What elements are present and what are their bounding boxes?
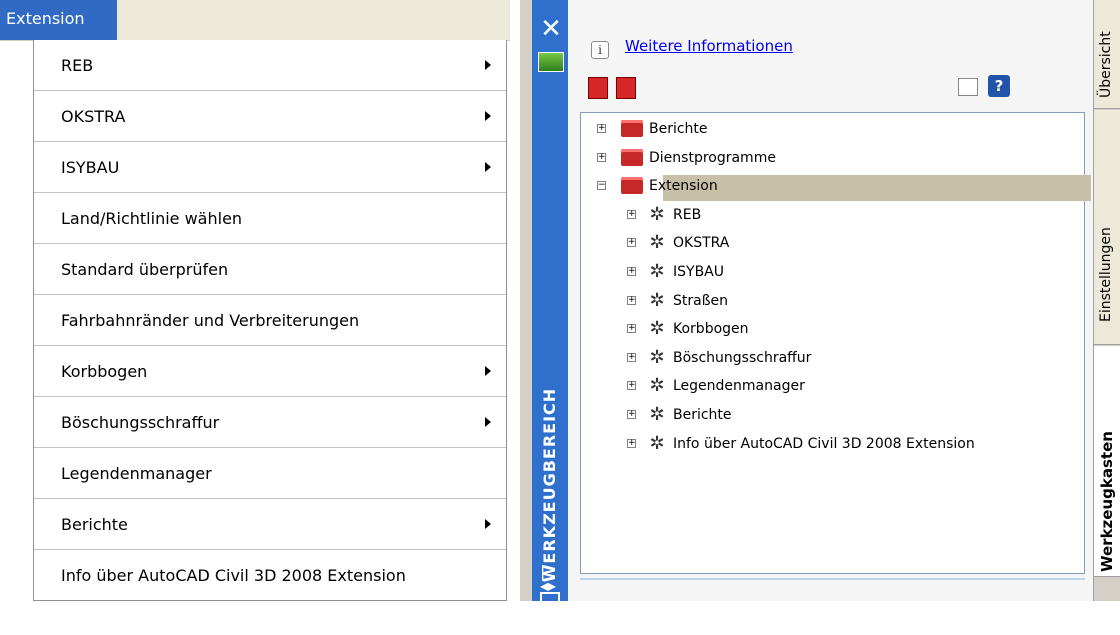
toolbox-icon[interactable] — [588, 77, 608, 99]
palette-titlebar[interactable]: ✕ WERKZEUGBEREICH |◂▸ — [532, 0, 568, 601]
expand-icon[interactable]: + — [627, 381, 636, 391]
gear-icon: ✲ — [649, 404, 665, 425]
window-icon[interactable] — [958, 78, 978, 96]
tree-node[interactable]: + ✲ ISYBAU — [627, 260, 1071, 284]
tree-node-label: Berichte — [673, 407, 732, 423]
tree-node[interactable]: + ✲ Info über AutoCAD Civil 3D 2008 Extens… — [627, 432, 1071, 456]
menu-item-label: Fahrbahnränder und Verbreiterungen — [61, 311, 360, 330]
toolbox-list-icon[interactable] — [616, 77, 636, 99]
expand-icon[interactable]: + — [627, 209, 636, 219]
gear-icon: ✲ — [649, 432, 665, 454]
menu-item-label: REB — [61, 56, 94, 75]
tab-einstellungen[interactable]: Einstellungen — [1094, 110, 1120, 345]
menu-item-label: Legendenmanager — [61, 464, 212, 483]
gear-icon: ✲ — [649, 232, 665, 254]
tree-node[interactable]: + ✲ REB — [627, 203, 1071, 227]
submenu-arrow-icon — [485, 366, 491, 376]
menu-item-label: Land/Richtlinie wählen — [61, 209, 243, 228]
menubar-item-extension[interactable]: Extension — [0, 0, 117, 40]
tree-node[interactable]: + ✲ Böschungsschraffur — [627, 346, 1071, 370]
tree-node[interactable]: + ✲ Berichte — [627, 403, 1071, 427]
tree-node-label: REB — [673, 206, 702, 223]
autohide-icon[interactable]: |◂▸ — [540, 564, 560, 594]
collapse-icon[interactable]: − — [597, 181, 606, 191]
tree-node-label: Korbbogen — [673, 321, 749, 338]
tab-uebersicht[interactable]: Übersicht — [1094, 0, 1120, 109]
tree-node[interactable]: + ✲ OKSTRA — [627, 231, 1071, 255]
toolbox-folder-icon — [621, 177, 643, 195]
help-icon[interactable]: ? — [988, 75, 1010, 97]
tree-node-label: ISYBAU — [673, 264, 724, 280]
dropdown-menu: REB OKSTRA ISYBAU Land/Richtlinie wählen Sta… — [33, 40, 507, 601]
expand-icon[interactable]: + — [597, 152, 606, 162]
info-icon: i — [591, 41, 609, 59]
menu-item[interactable]: Standard überprüfen — [34, 244, 506, 295]
gear-icon: ✲ — [649, 289, 665, 311]
toolbox-folder-icon — [621, 120, 643, 137]
tree-node[interactable]: + Berichte — [597, 117, 1071, 141]
expand-icon[interactable]: + — [627, 295, 636, 305]
tree-node[interactable]: + ✲ Korbbogen — [627, 317, 1071, 341]
tree-node-label: Extension — [649, 178, 718, 195]
close-icon[interactable]: ✕ — [538, 16, 564, 42]
tree-node-label: Dienstprogramme — [649, 149, 776, 166]
menu-item[interactable]: Böschungsschraffur — [34, 397, 506, 448]
menu-item[interactable]: ISYBAU — [34, 142, 506, 193]
menu-bar: Extension — [0, 0, 510, 41]
image-icon[interactable] — [538, 52, 564, 72]
tree-node[interactable]: − Extension — [597, 174, 1071, 198]
menu-item-label: Berichte — [61, 515, 128, 534]
properties-icon[interactable] — [540, 592, 560, 601]
menu-item-label: Info über AutoCAD Civil 3D 2008 Extensio… — [61, 566, 406, 585]
tree-node-label: Legendenmanager — [673, 378, 805, 395]
tree-node-label: OKSTRA — [673, 235, 730, 252]
gear-icon: ✲ — [649, 261, 665, 282]
more-info-link[interactable]: Weitere Informationen — [625, 37, 793, 55]
menu-item-label: OKSTRA — [61, 107, 126, 126]
menu-item-label: Standard überprüfen — [61, 260, 229, 279]
expand-icon[interactable]: + — [627, 324, 636, 334]
expand-icon[interactable]: + — [627, 238, 636, 248]
gear-icon: ✲ — [649, 203, 665, 225]
toolbox-folder-icon — [621, 148, 643, 166]
tree-node-label: Straßen — [673, 292, 729, 309]
menu-item-label: Korbbogen — [61, 362, 148, 381]
palette-content: i Weitere Informationen ? + Berichte + Dien… — [568, 0, 1093, 601]
tree-node[interactable]: + ✲ Legendenmanager — [627, 374, 1071, 398]
tree-node[interactable]: + Dienstprogramme — [597, 146, 1071, 170]
submenu-arrow-icon — [485, 111, 491, 121]
submenu-arrow-icon — [485, 60, 491, 70]
tree-view[interactable]: + Berichte + Dienstprogramme − Extension + ✲ REB… — [580, 112, 1091, 574]
tree-node-label: Info über AutoCAD Civil 3D 2008 Extensio… — [673, 435, 975, 452]
menu-item[interactable]: REB — [34, 40, 506, 91]
menu-item[interactable]: Land/Richtlinie wählen — [34, 193, 506, 244]
expand-icon[interactable]: + — [627, 267, 636, 276]
palette-tabs: Übersicht Einstellungen Werkzeugkasten — [1093, 0, 1120, 601]
menu-item[interactable]: OKSTRA — [34, 91, 506, 142]
gear-icon: ✲ — [649, 375, 665, 397]
expand-icon[interactable]: + — [627, 410, 636, 419]
menu-item[interactable]: Berichte — [34, 499, 506, 550]
expand-icon[interactable]: + — [627, 438, 636, 448]
menu-item[interactable]: Info über AutoCAD Civil 3D 2008 Extensio… — [34, 550, 506, 601]
menu-item[interactable]: Korbbogen — [34, 346, 506, 397]
tree-node[interactable]: + ✲ Straßen — [627, 289, 1071, 313]
menu-item[interactable]: Legendenmanager — [34, 448, 506, 499]
tool-space-palette: ✕ WERKZEUGBEREICH |◂▸ i Weitere Informat… — [520, 0, 1120, 601]
tree-node-label: Böschungsschraffur — [673, 349, 812, 366]
tree-node-label: Berichte — [649, 121, 708, 137]
expand-icon[interactable]: + — [627, 352, 636, 362]
submenu-arrow-icon — [485, 162, 491, 172]
submenu-arrow-icon — [485, 417, 491, 427]
menu-item-label: ISYBAU — [61, 158, 120, 177]
expand-icon[interactable]: + — [597, 124, 606, 133]
tab-werkzeugkasten[interactable]: Werkzeugkasten — [1094, 346, 1120, 577]
extension-menu-panel: Extension REB OKSTRA ISYBAU Land/Richtlinie… — [0, 0, 510, 601]
gear-icon: ✲ — [649, 318, 665, 340]
submenu-arrow-icon — [485, 519, 491, 529]
menu-item-label: Böschungsschraffur — [61, 413, 220, 432]
gear-icon: ✲ — [649, 346, 665, 368]
menu-item[interactable]: Fahrbahnränder und Verbreiterungen — [34, 295, 506, 346]
tree-bottom-border — [580, 578, 1085, 580]
